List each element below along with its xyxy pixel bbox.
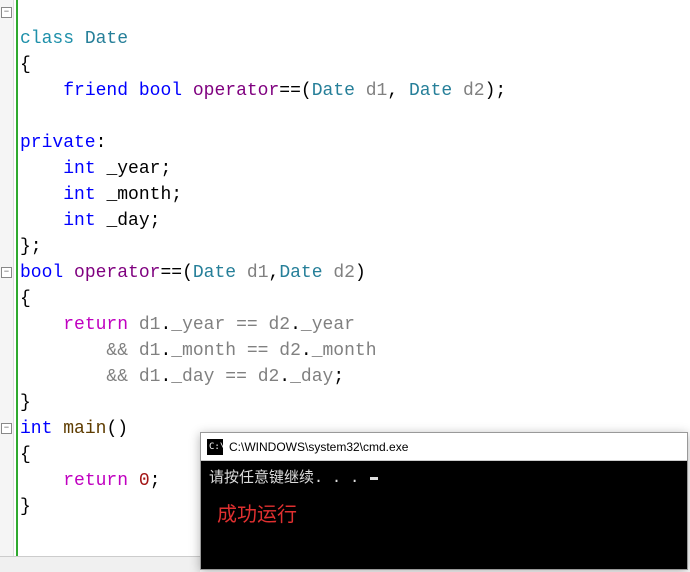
op-eq: == xyxy=(160,263,182,283)
fold-toggle-main[interactable]: − xyxy=(1,423,12,434)
keyword-return: return xyxy=(63,471,128,491)
console-titlebar[interactable]: C:\ C:\WINDOWS\system32\cmd.exe xyxy=(201,433,687,461)
keyword-int: int xyxy=(63,159,95,179)
dot: . xyxy=(160,315,171,335)
member-access: _month xyxy=(312,341,377,361)
semicolon: ; xyxy=(150,211,161,231)
keyword-int: int xyxy=(63,211,95,231)
dot: . xyxy=(160,367,171,387)
keyword-operator: operator xyxy=(193,81,279,101)
member-var: _day xyxy=(106,211,149,231)
var-ref: d2 xyxy=(279,341,301,361)
keyword-operator: operator xyxy=(74,263,160,283)
type-name: Date xyxy=(85,29,128,49)
console-prompt-line: 请按任意键继续. . . xyxy=(209,465,679,489)
param-type: Date xyxy=(312,81,355,101)
op-eq: == xyxy=(279,81,301,101)
member-access: _year xyxy=(171,315,225,335)
keyword-bool: bool xyxy=(139,81,182,101)
cmd-icon: C:\ xyxy=(207,439,223,455)
op-and: && xyxy=(106,367,138,387)
comma: , xyxy=(269,263,280,283)
semicolon: ; xyxy=(160,159,171,179)
dot: . xyxy=(160,341,171,361)
var-ref: d1 xyxy=(139,315,161,335)
param-name: d1 xyxy=(247,263,269,283)
keyword-friend: friend xyxy=(63,81,128,101)
member-var: _year xyxy=(106,159,160,179)
param-type: Date xyxy=(193,263,236,283)
console-prompt-text: 请按任意键继续. . . xyxy=(209,468,368,486)
console-cursor xyxy=(370,477,378,480)
paren-open: ( xyxy=(301,81,312,101)
fold-gutter: − − − xyxy=(0,0,14,572)
semicolon: ; xyxy=(150,471,161,491)
paren-close: ) xyxy=(355,263,366,283)
param-name: d1 xyxy=(366,81,388,101)
brace-close: } xyxy=(20,393,31,413)
func-main: main xyxy=(63,419,106,439)
comma: , xyxy=(387,81,409,101)
dot: . xyxy=(279,367,290,387)
literal-zero: 0 xyxy=(139,471,150,491)
parens: () xyxy=(106,419,128,439)
console-title: C:\WINDOWS\system32\cmd.exe xyxy=(229,440,408,454)
var-ref: d2 xyxy=(258,367,280,387)
brace-open: { xyxy=(20,445,31,465)
dot: . xyxy=(301,341,312,361)
var-ref: d1 xyxy=(139,341,161,361)
param-type: Date xyxy=(409,81,452,101)
brace-open: { xyxy=(20,55,31,75)
keyword-int: int xyxy=(63,185,95,205)
class-end: }; xyxy=(20,237,42,257)
fold-toggle-func[interactable]: − xyxy=(1,267,12,278)
dot: . xyxy=(290,315,301,335)
brace-open: { xyxy=(20,289,31,309)
member-var: _month xyxy=(106,185,171,205)
colon: : xyxy=(96,133,107,153)
member-access: _month xyxy=(171,341,236,361)
op-eq: == xyxy=(214,367,257,387)
member-access: _day xyxy=(171,367,214,387)
semicolon: ; xyxy=(171,185,182,205)
var-ref: d1 xyxy=(139,367,161,387)
op-eq: == xyxy=(225,315,268,335)
paren-close: ); xyxy=(485,81,507,101)
keyword-int: int xyxy=(20,419,52,439)
console-window[interactable]: C:\ C:\WINDOWS\system32\cmd.exe 请按任意键继续.… xyxy=(200,432,688,570)
horizontal-scrollbar[interactable] xyxy=(0,556,200,572)
keyword-private: private xyxy=(20,133,96,153)
var-ref: d2 xyxy=(269,315,291,335)
keyword-class: class xyxy=(20,29,74,49)
console-body: 请按任意键继续. . . 成功运行 xyxy=(201,461,687,531)
param-type: Date xyxy=(279,263,322,283)
param-name: d2 xyxy=(333,263,355,283)
member-access: _day xyxy=(290,367,333,387)
paren-open: ( xyxy=(182,263,193,283)
semicolon: ; xyxy=(333,367,344,387)
console-success-text: 成功运行 xyxy=(217,503,679,527)
keyword-return: return xyxy=(63,315,128,335)
member-access: _year xyxy=(301,315,355,335)
fold-toggle-class[interactable]: − xyxy=(1,7,12,18)
op-eq: == xyxy=(236,341,279,361)
keyword-bool: bool xyxy=(20,263,63,283)
param-name: d2 xyxy=(463,81,485,101)
op-and: && xyxy=(106,341,138,361)
brace-close: } xyxy=(20,497,31,517)
